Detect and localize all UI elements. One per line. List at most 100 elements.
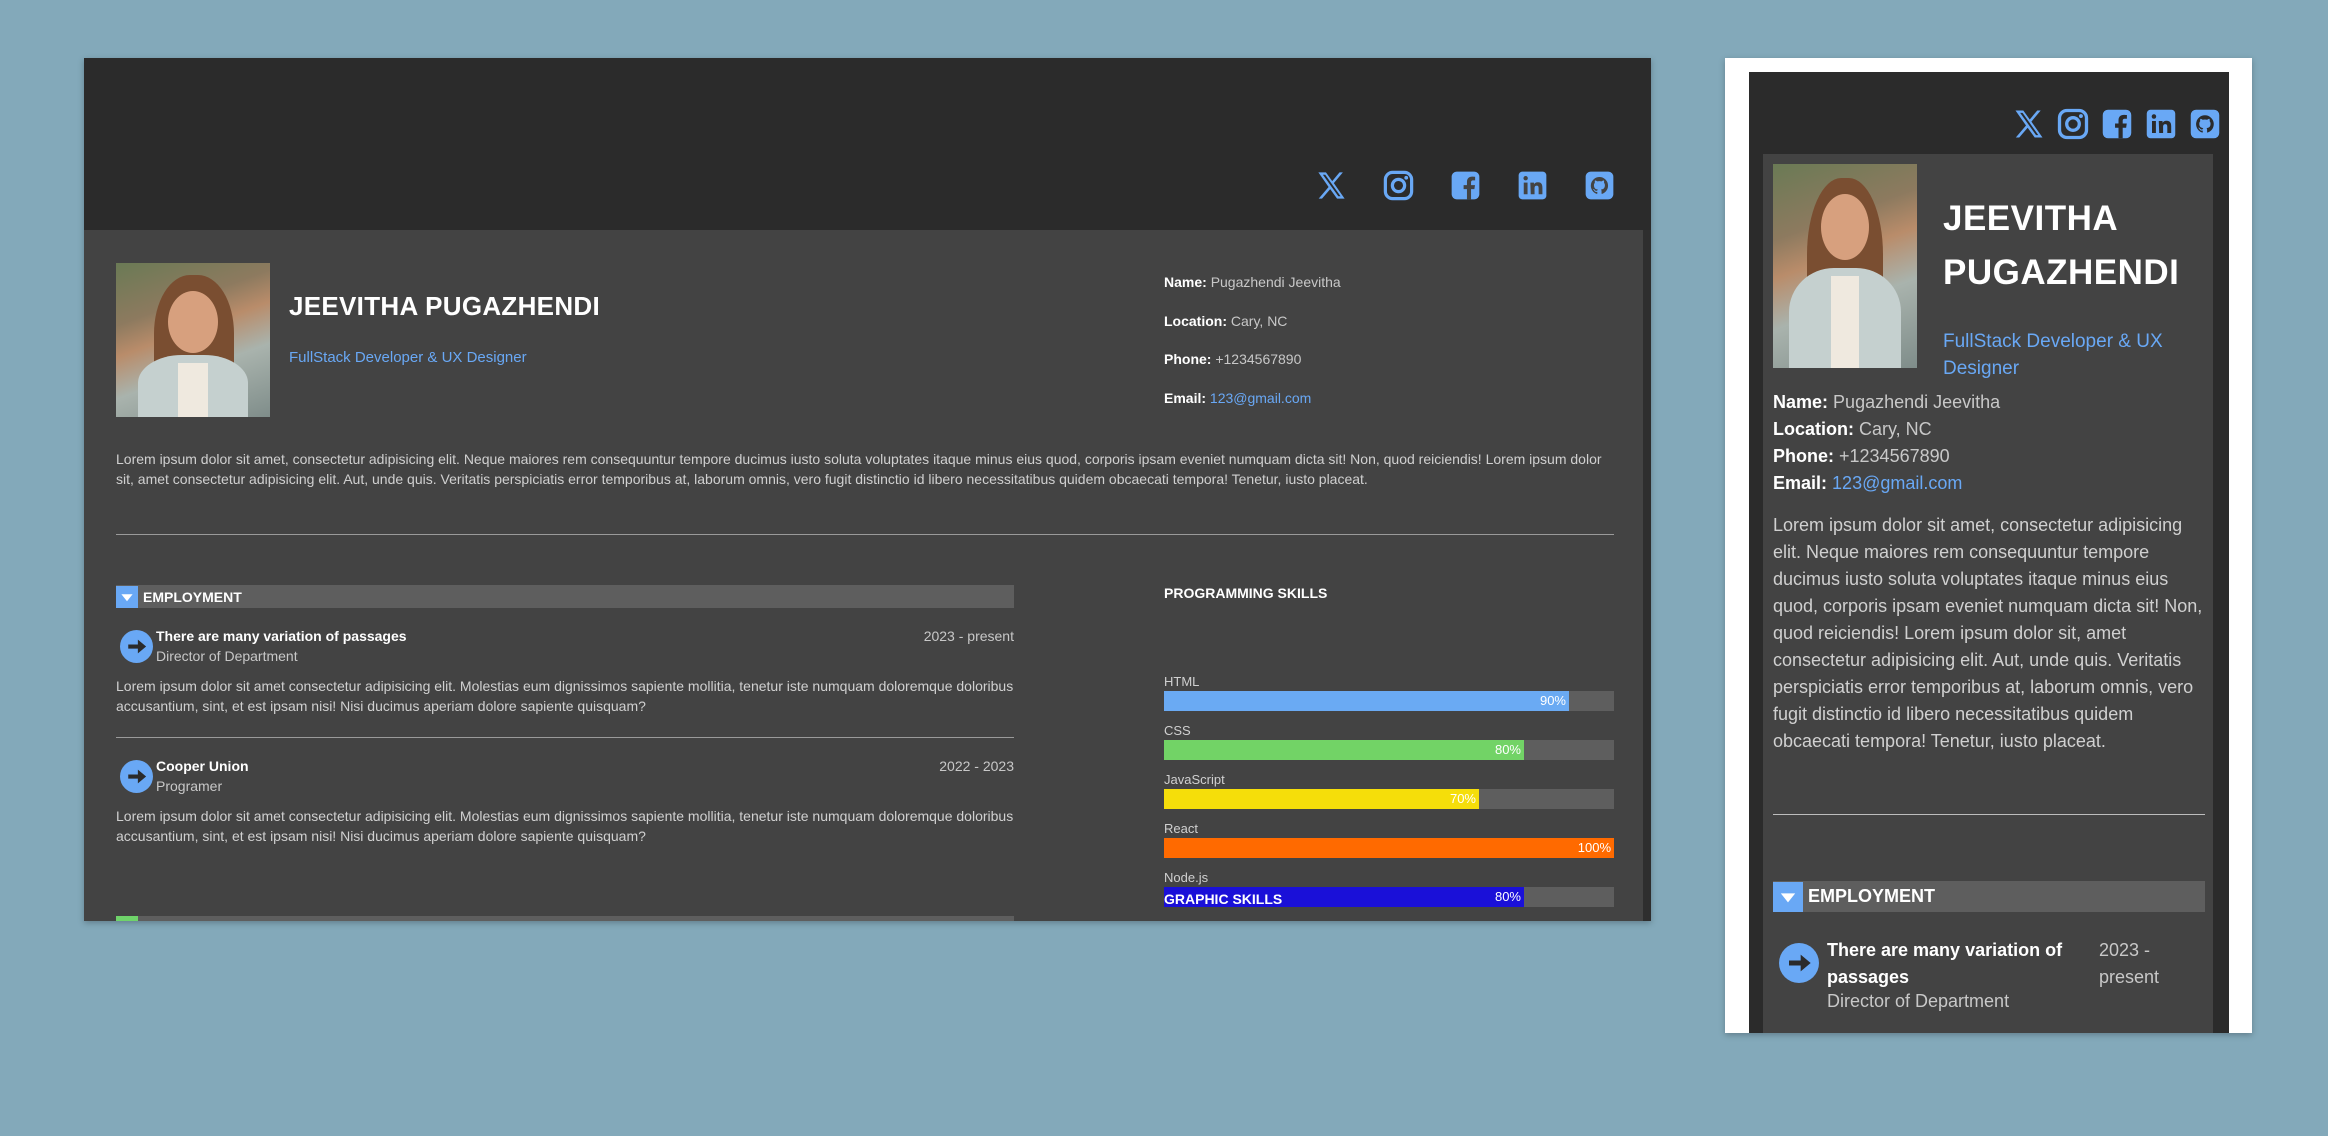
social-links (2011, 106, 2223, 142)
job-position: Programer (156, 778, 223, 794)
info-label: Email: (1773, 473, 1828, 493)
instagram-icon[interactable] (1381, 168, 1416, 203)
job-item: There are many variation of passages Dir… (116, 628, 1014, 768)
profile-photo (116, 263, 270, 417)
email-link[interactable]: 123@gmail.com (1210, 390, 1311, 406)
profile-role: FullStack Developer & UX Designer (289, 349, 527, 366)
profile-photo (1773, 164, 1917, 368)
info-label: Location: (1164, 313, 1227, 329)
employment-header[interactable]: EMPLOYMENT (1773, 881, 2205, 912)
skill-name: JavaScript (1164, 772, 1225, 787)
skill-track: 90% (1164, 691, 1614, 711)
desktop-preview: JEEVITHA PUGAZHENDI FullStack Developer … (84, 58, 1651, 921)
header-bar (84, 58, 1651, 230)
skill-bar-react: React 100% (1164, 821, 1614, 858)
info-name: Name: Pugazhendi Jeevitha (1164, 274, 1341, 290)
about-text: Lorem ipsum dolor sit amet, consectetur … (116, 451, 1602, 487)
skill-bar-html: HTML 90% (1164, 674, 1614, 711)
info-name: Name: Pugazhendi Jeevitha (1773, 392, 2000, 413)
arrow-right-icon (120, 630, 153, 663)
linkedin-icon[interactable] (1515, 168, 1550, 203)
info-value: Cary, NC (1230, 313, 1288, 329)
info-phone: Phone: +1234567890 (1773, 446, 1950, 467)
info-label: Name: (1773, 392, 1829, 412)
skill-name: HTML (1164, 674, 1200, 689)
info-email: Email: 123@gmail.com (1164, 390, 1311, 406)
job-date: 2023 - present (923, 628, 1014, 644)
arrow-right-icon (1779, 943, 1819, 983)
profile-name: JEEVITHA PUGAZHENDI (289, 291, 600, 321)
caret-down-icon (116, 585, 138, 608)
job-description: Lorem ipsum dolor sit amet consectetur a… (116, 808, 1014, 844)
mobile-preview: JEEVITHA PUGAZHENDI FullStack Developer … (1725, 58, 2252, 1033)
employment-title: EMPLOYMENT (1808, 886, 1936, 906)
info-location: Location: Cary, NC (1773, 419, 1932, 440)
caret-down-icon (1773, 881, 1803, 912)
job-title: There are many variation of passages (1827, 940, 2063, 987)
social-links (1314, 168, 1617, 203)
scrollbar[interactable] (1643, 230, 1651, 921)
info-value: +1234567890 (1215, 351, 1302, 367)
info-label: Phone: (1773, 446, 1834, 466)
mobile-content-panel: JEEVITHA PUGAZHENDI FullStack Developer … (1763, 154, 2213, 1033)
info-label: Location: (1773, 419, 1854, 439)
graphic-skills-title: GRAPHIC SKILLS (1164, 891, 1283, 907)
github-icon[interactable] (2187, 106, 2223, 142)
info-location: Location: Cary, NC (1164, 313, 1287, 329)
info-label: Name: (1164, 274, 1207, 290)
info-label: Phone: (1164, 351, 1212, 367)
skill-fill: 100% (1164, 838, 1614, 858)
info-email: Email: 123@gmail.com (1773, 473, 1962, 494)
job-position: Director of Department (156, 648, 298, 664)
job-item: Cooper Union Programer 2022 - 2023 Lorem… (116, 758, 1014, 898)
job-date: 2022 - 2023 (939, 758, 1014, 774)
info-value: Pugazhendi Jeevitha (1833, 392, 2001, 412)
skill-track: 70% (1164, 789, 1614, 809)
facebook-icon[interactable] (1448, 168, 1483, 203)
job-position: Director of Department (1827, 991, 2010, 1011)
info-phone: Phone: +1234567890 (1164, 351, 1301, 367)
job-title: Cooper Union (156, 758, 249, 774)
skill-name: React (1164, 821, 1198, 836)
profile-name: JEEVITHA PUGAZHENDI (1943, 192, 2203, 300)
skill-fill: 80% (1164, 740, 1524, 760)
email-link[interactable]: 123@gmail.com (1832, 473, 1962, 493)
info-value: Pugazhendi Jeevitha (1210, 274, 1341, 290)
job-date-line: 2023 - (2099, 940, 2151, 960)
info-value: +1234567890 (1839, 446, 1950, 466)
instagram-icon[interactable] (2055, 106, 2091, 142)
skill-bar-css: CSS 80% (1164, 723, 1614, 760)
skill-track: 100% (1164, 838, 1614, 858)
skill-name: Node.js (1164, 870, 1209, 885)
job-date: 2023 - present (2099, 937, 2189, 991)
skill-name: CSS (1164, 723, 1191, 738)
programming-skills-title: PROGRAMMING SKILLS (1164, 585, 1328, 601)
employment-header[interactable]: EMPLOYMENT (116, 585, 1014, 608)
divider (116, 737, 1014, 738)
arrow-right-icon (120, 760, 153, 793)
next-section-header (116, 916, 1014, 921)
github-icon[interactable] (1582, 168, 1617, 203)
job-item: There are many variation of passages Dir… (1773, 937, 2205, 1027)
divider (116, 534, 1614, 535)
job-title: There are many variation of passages (156, 628, 407, 644)
linkedin-icon[interactable] (2143, 106, 2179, 142)
skill-fill: 70% (1164, 789, 1479, 809)
skill-fill: 90% (1164, 691, 1569, 711)
divider (1773, 814, 2205, 815)
job-description: Lorem ipsum dolor sit amet consectetur a… (116, 678, 1014, 714)
info-label: Email: (1164, 390, 1207, 406)
facebook-icon[interactable] (2099, 106, 2135, 142)
skill-track: 80% (1164, 740, 1614, 760)
x-twitter-icon[interactable] (2011, 106, 2047, 142)
employment-title: EMPLOYMENT (143, 588, 242, 605)
info-value: Cary, NC (1859, 419, 1932, 439)
profile-name-line: JEEVITHA (1943, 199, 2119, 238)
skill-bar-javascript: JavaScript 70% (1164, 772, 1614, 809)
profile-name-line: PUGAZHENDI (1943, 253, 2180, 292)
profile-role: FullStack Developer & UX Designer (1943, 331, 2163, 379)
job-date-line: present (2099, 967, 2160, 987)
about-text: Lorem ipsum dolor sit amet, consectetur … (1773, 515, 2203, 751)
x-twitter-icon[interactable] (1314, 168, 1349, 203)
section-marker (116, 916, 138, 921)
